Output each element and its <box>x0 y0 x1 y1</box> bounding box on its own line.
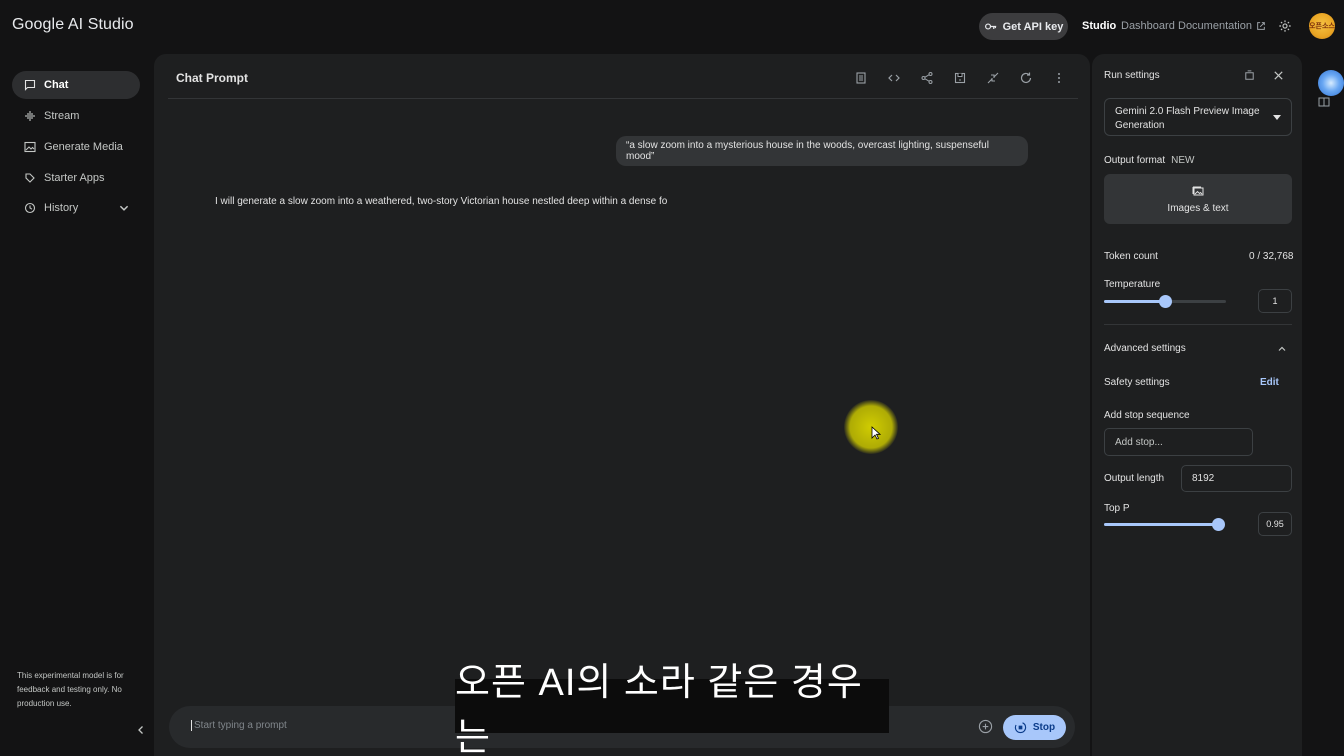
stop-sequence-input[interactable] <box>1104 428 1253 456</box>
chat-toolbar <box>854 71 1066 85</box>
output-format-images-text[interactable]: Images & text <box>1104 174 1292 224</box>
model-select[interactable]: Gemini 2.0 Flash Preview Image Generatio… <box>1104 98 1292 136</box>
new-badge: NEW <box>1171 155 1195 166</box>
apps-icon <box>25 173 35 183</box>
nav-documentation-label: Documentation <box>1178 20 1252 32</box>
advanced-settings-label[interactable]: Advanced settings <box>1104 343 1186 354</box>
user-message: “a slow zoom into a mysterious house in … <box>616 136 1028 166</box>
collapse-sidebar-icon[interactable] <box>135 724 147 736</box>
close-icon[interactable] <box>1272 69 1285 82</box>
history-icon <box>24 202 36 214</box>
save-icon[interactable] <box>953 71 967 85</box>
model-select-value: Gemini 2.0 Flash Preview Image Generatio… <box>1115 106 1260 131</box>
app-logo[interactable]: Google AI Studio <box>12 16 134 34</box>
gemini-orb-icon[interactable] <box>1318 70 1344 96</box>
output-format-text: Output format <box>1104 155 1166 166</box>
chevron-down-icon[interactable] <box>118 202 130 214</box>
output-length-label: Output length <box>1104 473 1165 484</box>
clipboard-icon[interactable] <box>854 71 868 85</box>
refresh-icon[interactable] <box>1019 71 1033 85</box>
sidebar-item-generate-media[interactable]: Generate Media <box>12 133 140 161</box>
avatar[interactable]: 오픈소스 <box>1309 13 1335 39</box>
settings-divider <box>1104 324 1292 325</box>
gear-icon[interactable] <box>1278 19 1292 33</box>
sidebar-item-label: Stream <box>44 110 80 122</box>
temperature-label: Temperature <box>1104 279 1161 290</box>
temperature-slider-fill <box>1104 300 1165 303</box>
token-count-label: Token count <box>1104 251 1158 262</box>
sidebar-item-label: History <box>44 202 79 214</box>
temperature-slider[interactable] <box>1104 295 1226 308</box>
safety-edit-link[interactable]: Edit <box>1260 377 1279 388</box>
get-api-key-label: Get API key <box>1002 20 1064 33</box>
output-length-input[interactable] <box>1181 465 1292 492</box>
token-count-value: 0 / 32,768 <box>1249 251 1294 262</box>
temperature-slider-thumb[interactable] <box>1159 295 1172 308</box>
mouse-pointer-icon <box>871 426 881 440</box>
add-circle-icon[interactable] <box>978 719 993 734</box>
sidebar-item-starter-apps[interactable]: Starter Apps <box>12 164 140 192</box>
get-api-key-button[interactable]: Get API key <box>979 13 1068 40</box>
sidebar-item-label: Starter Apps <box>44 172 105 184</box>
header-divider <box>168 98 1078 99</box>
run-settings-title: Run settings <box>1104 70 1160 81</box>
code-icon[interactable] <box>887 71 901 85</box>
compare-icon[interactable] <box>986 71 1000 85</box>
nav-documentation[interactable]: Documentation <box>1178 20 1266 32</box>
nav-dashboard[interactable]: Dashboard <box>1121 20 1175 32</box>
more-vert-icon[interactable] <box>1052 71 1066 85</box>
sidebar-item-chat[interactable]: Chat <box>12 71 140 99</box>
top-p-slider-fill <box>1104 523 1218 526</box>
external-link-icon <box>1257 22 1265 30</box>
sidebar-item-label: Generate Media <box>44 141 123 153</box>
sidebar: Chat Stream Generate Media Starter Apps … <box>0 52 153 756</box>
reset-icon[interactable] <box>1243 69 1256 82</box>
top-p-label: Top P <box>1104 503 1130 514</box>
sidebar-item-stream[interactable]: Stream <box>12 102 140 130</box>
stop-icon <box>1014 721 1027 734</box>
image-icon <box>24 141 36 153</box>
stop-button[interactable]: Stop <box>1003 715 1066 740</box>
top-p-slider[interactable] <box>1104 518 1225 531</box>
video-subtitle: 오픈 AI의 소라 같은 경우는 <box>455 662 889 756</box>
chat-icon <box>24 79 36 91</box>
images-icon <box>1192 186 1204 195</box>
key-icon <box>984 23 996 30</box>
caret-down-icon <box>1273 115 1281 120</box>
stream-icon <box>25 111 35 121</box>
model-message: I will generate a slow zoom into a weath… <box>215 196 668 207</box>
experimental-note: This experimental model is for feedback … <box>17 671 124 708</box>
sidebar-item-history[interactable]: History <box>12 194 140 222</box>
output-format-label: Output format NEW <box>1104 155 1194 166</box>
sidebar-item-label: Chat <box>44 79 69 91</box>
panel-icon[interactable] <box>1318 96 1330 108</box>
nav-studio[interactable]: Studio <box>1082 20 1116 32</box>
temperature-input[interactable]: 1 <box>1258 289 1292 313</box>
chevron-up-icon[interactable] <box>1277 344 1287 354</box>
share-icon[interactable] <box>920 71 934 85</box>
stop-label: Stop <box>1032 722 1056 733</box>
avatar-text: 오픈소스 <box>1309 23 1335 30</box>
top-p-input[interactable]: 0.95 <box>1258 512 1292 536</box>
run-settings-panel: Run settings Gemini 2.0 Flash Preview Im… <box>1092 54 1302 756</box>
top-bar: Google AI Studio Get API key Studio Dash… <box>0 0 1344 52</box>
top-p-slider-thumb[interactable] <box>1212 518 1225 531</box>
page-title: Chat Prompt <box>176 71 248 85</box>
safety-settings-label: Safety settings <box>1104 377 1170 388</box>
stop-sequence-label: Add stop sequence <box>1104 410 1190 421</box>
output-format-value: Images & text <box>1167 202 1229 214</box>
